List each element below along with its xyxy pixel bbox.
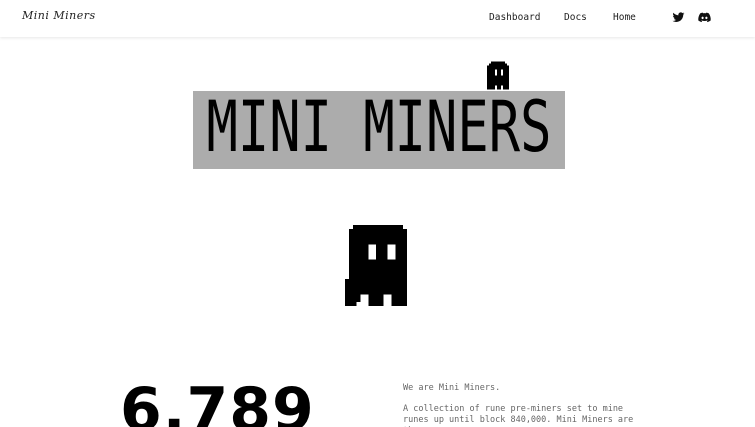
miners-count: 6,789 [120, 375, 315, 427]
nav-link-dashboard[interactable]: Dashboard [489, 12, 540, 23]
about-description: A collection of rune pre-miners set to m… [403, 404, 634, 427]
hero-banner: MINI MINERS [193, 91, 565, 169]
hero-title-text: MINI MINERS [207, 91, 552, 168]
nav-link-home[interactable]: Home [613, 12, 636, 23]
about-section: We are Mini Miners. A collection of rune… [403, 383, 653, 427]
hero-title-pixel-lettering: MINI MINERS [207, 91, 552, 168]
discord-icon[interactable] [698, 11, 711, 24]
brand-logo-text[interactable]: Mini Miners [22, 9, 96, 22]
top-navigation-bar: Mini Miners Dashboard Docs Home [0, 0, 755, 37]
about-intro: We are Mini Miners. [403, 383, 501, 393]
mini-ghost-icon [487, 61, 509, 90]
nav-link-docs[interactable]: Docs [564, 12, 587, 23]
twitter-icon[interactable] [672, 11, 685, 24]
ghost-mascot-icon [345, 225, 407, 306]
